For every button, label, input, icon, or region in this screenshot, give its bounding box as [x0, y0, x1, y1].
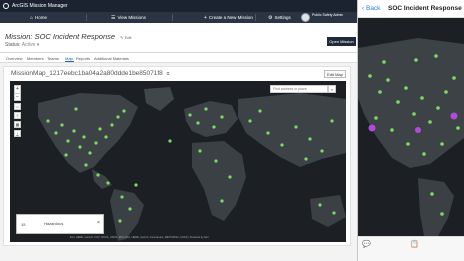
copy-icon[interactable]: ⧉ [167, 71, 170, 76]
measure-icon[interactable]: ⟂ [14, 130, 21, 137]
status-label: Status: [5, 42, 21, 48]
legend-value: Hazardous [44, 221, 64, 226]
close-icon[interactable]: × [97, 220, 100, 226]
back-label: Back [365, 5, 381, 12]
edit-map-button[interactable]: Edit Map [324, 70, 346, 78]
open-mission-button[interactable]: Open Mission [327, 37, 356, 46]
home-icon: ⌂ [30, 14, 34, 21]
edit-mission-label: Edit [124, 35, 132, 40]
basemap-icon[interactable]: ▦ [14, 121, 21, 128]
nav-settings[interactable]: ⚙ Settings [268, 12, 291, 23]
mobile-toolbar: 💬 📋 [358, 236, 464, 261]
edit-mission-link[interactable]: ✎ Edit [120, 35, 131, 40]
active-tab-indicator [65, 61, 74, 62]
zoom-in-button[interactable]: + [15, 86, 20, 93]
home-extent-icon[interactable]: ⌂ [14, 103, 21, 110]
tab-reports[interactable]: Reports [76, 56, 90, 61]
nav-divider [255, 14, 256, 21]
map-attribution: Esri, HERE, Garmin, FAO, NOAA, USGS, EPA… [70, 236, 209, 239]
tab-teams[interactable]: Teams [47, 56, 59, 61]
user-name[interactable]: Public Safety Admin [312, 13, 356, 18]
tab-overview[interactable]: Overview [6, 56, 23, 61]
legend-box: 15 Hazardous × [16, 214, 104, 234]
list-icon: ☰ [111, 14, 116, 21]
nav-create-mission-label: Create a New Mission [208, 15, 253, 20]
mobile-header: ‹ Back SOC Incident Response [358, 0, 464, 18]
mobile-app: ‹ Back SOC Incident Response 💬 📋 [358, 0, 464, 261]
mission-status: Status: Active ▾ [5, 42, 39, 48]
desktop-app: ArcGIS Mission Manager ⌂ Home ☰ View Mis… [0, 0, 357, 261]
gear-icon: ⚙ [268, 14, 273, 21]
main-nav: ⌂ Home ☰ View Missions + Create a New Mi… [0, 12, 357, 23]
nav-divider [172, 14, 173, 21]
status-dropdown[interactable]: Active ▾ [22, 42, 40, 48]
tab-members[interactable]: Members [27, 56, 44, 61]
zoom-out-button[interactable]: − [15, 93, 20, 100]
nav-view-missions[interactable]: ☰ View Missions [111, 12, 146, 23]
map-name-text: MissionMap_1217eebc1ba04a2a80ddde1be8507… [11, 70, 163, 77]
nav-home[interactable]: ⌂ Home [30, 12, 47, 23]
nav-divider [86, 14, 87, 21]
back-button[interactable]: ‹ Back [362, 5, 380, 12]
layers-icon[interactable]: ≡ [14, 112, 21, 119]
mission-tabs: Overview Members Teams Map Reports Addit… [0, 53, 357, 63]
mission-header: Mission: SOC Incident Response ✎ Edit St… [0, 23, 357, 53]
nav-create-mission[interactable]: + Create a New Mission [204, 12, 253, 23]
nav-settings-label: Settings [274, 15, 291, 20]
map-panel: MissionMap_1217eebc1ba04a2a80ddde1be8507… [3, 66, 351, 246]
mission-title-text: Mission: SOC Incident Response [5, 32, 116, 41]
status-value: Active [21, 42, 36, 48]
esri-logo-icon [3, 3, 9, 9]
map-view[interactable]: + − ⌂ ≡ ▦ ⟂ Find address or place ⌕ 15 H… [10, 81, 346, 242]
mobile-map-view[interactable] [358, 18, 464, 236]
user-avatar[interactable] [301, 13, 310, 22]
nav-home-label: Home [35, 15, 48, 20]
clipboard-icon[interactable]: 📋 [410, 240, 419, 248]
app-top-bar: ArcGIS Mission Manager [0, 0, 357, 12]
nav-view-missions-label: View Missions [117, 15, 146, 20]
page-title: Mission: SOC Incident Response ✎ Edit [5, 32, 132, 41]
search-icon[interactable]: ⌕ [328, 85, 336, 93]
map-name: MissionMap_1217eebc1ba04a2a80ddde1be8507… [11, 70, 169, 77]
tab-additional-materials[interactable]: Additional Materials [94, 56, 129, 61]
mobile-title: SOC Incident Response [388, 5, 462, 12]
map-search-input[interactable]: Find address or place [270, 85, 328, 93]
legend-count: 15 [21, 222, 26, 227]
mobile-basemap [358, 18, 464, 236]
chat-icon[interactable]: 💬 [362, 240, 371, 248]
app-title: ArcGIS Mission Manager [12, 3, 68, 9]
zoom-controls: + − [14, 85, 21, 101]
plus-icon: + [204, 14, 207, 21]
